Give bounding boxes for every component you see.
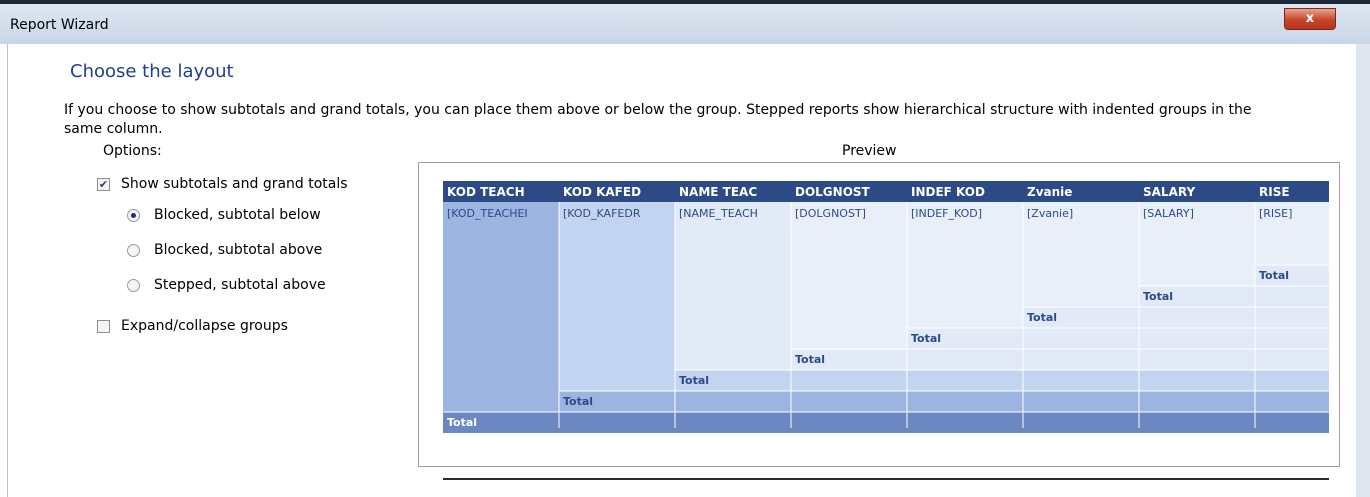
total-label: Total [1259, 269, 1289, 282]
field-placeholder: [SALARY] [1143, 207, 1194, 220]
column-header: DOLGNOST [795, 185, 871, 199]
field-placeholder: [RISE] [1259, 207, 1292, 220]
subtotal-row [1023, 307, 1329, 328]
expand-collapse-checkbox[interactable]: Expand/collapse groups [97, 318, 288, 334]
radio-blocked-above-label: Blocked, subtotal above [154, 242, 323, 258]
column-header: KOD KAFED [563, 185, 641, 199]
checkbox-icon[interactable]: ✔ [97, 177, 110, 191]
options-label: Options: [103, 143, 162, 159]
radio-stepped-above-label: Stepped, subtotal above [154, 277, 326, 293]
column-header: Zvanie [1027, 185, 1072, 199]
preview-label: Preview [842, 143, 897, 159]
total-label: Total [679, 374, 709, 387]
window-edge [1356, 44, 1370, 497]
radio-blocked-above[interactable]: Blocked, subtotal above [127, 242, 322, 258]
total-label: Total [911, 332, 941, 345]
subtotal-row [675, 370, 1329, 391]
column-header: INDEF KOD [911, 185, 985, 199]
preview-panel: Total Total Total Total Total Total Total Total… [418, 162, 1340, 467]
checkbox-icon[interactable] [97, 319, 110, 333]
page-heading: Choose the layout [70, 61, 234, 82]
column-header: SALARY [1143, 185, 1195, 199]
radio-blocked-below[interactable]: Blocked, subtotal below [127, 207, 321, 223]
expand-collapse-label: Expand/collapse groups [121, 318, 288, 334]
radio-icon[interactable] [127, 208, 140, 222]
total-label: Total [1143, 290, 1173, 303]
layout-preview-grid: Total Total Total Total Total Total Total Total… [443, 181, 1329, 433]
column-header: NAME TEAC [679, 185, 757, 199]
show-totals-label: Show subtotals and grand totals [121, 176, 348, 192]
total-label: Total [795, 353, 825, 366]
radio-icon[interactable] [127, 243, 140, 257]
close-button[interactable]: x [1284, 8, 1336, 30]
preview-bottom-line [443, 478, 1329, 480]
title-bar: Report Wizard x [0, 0, 1370, 44]
column-header: RISE [1259, 185, 1290, 199]
field-placeholder: [INDEF_KOD] [911, 207, 982, 220]
field-placeholder: [KOD_KAFEDR [563, 207, 641, 220]
subtotal-row [791, 349, 1329, 370]
field-placeholder: [DOLGNOST] [795, 207, 866, 220]
field-placeholder: [KOD_TEACHEI [447, 207, 528, 220]
field-placeholder: [NAME_TEACH [679, 207, 758, 220]
total-label: Total [563, 395, 593, 408]
subtotal-row [907, 328, 1329, 349]
field-placeholder: [Zvanie] [1027, 207, 1073, 220]
radio-stepped-above[interactable]: Stepped, subtotal above [127, 277, 326, 293]
column-header: KOD TEACH [447, 185, 525, 199]
window-title: Report Wizard [10, 17, 109, 33]
grand-total-row [443, 412, 1329, 433]
radio-icon[interactable] [127, 278, 140, 292]
total-label: Total [1027, 311, 1057, 324]
show-totals-checkbox[interactable]: ✔ Show subtotals and grand totals [97, 176, 348, 192]
page-description: If you choose to show subtotals and gran… [64, 102, 1252, 137]
total-label: Total [447, 416, 477, 429]
preview-column-fill [443, 202, 559, 428]
radio-blocked-below-label: Blocked, subtotal below [154, 207, 321, 223]
